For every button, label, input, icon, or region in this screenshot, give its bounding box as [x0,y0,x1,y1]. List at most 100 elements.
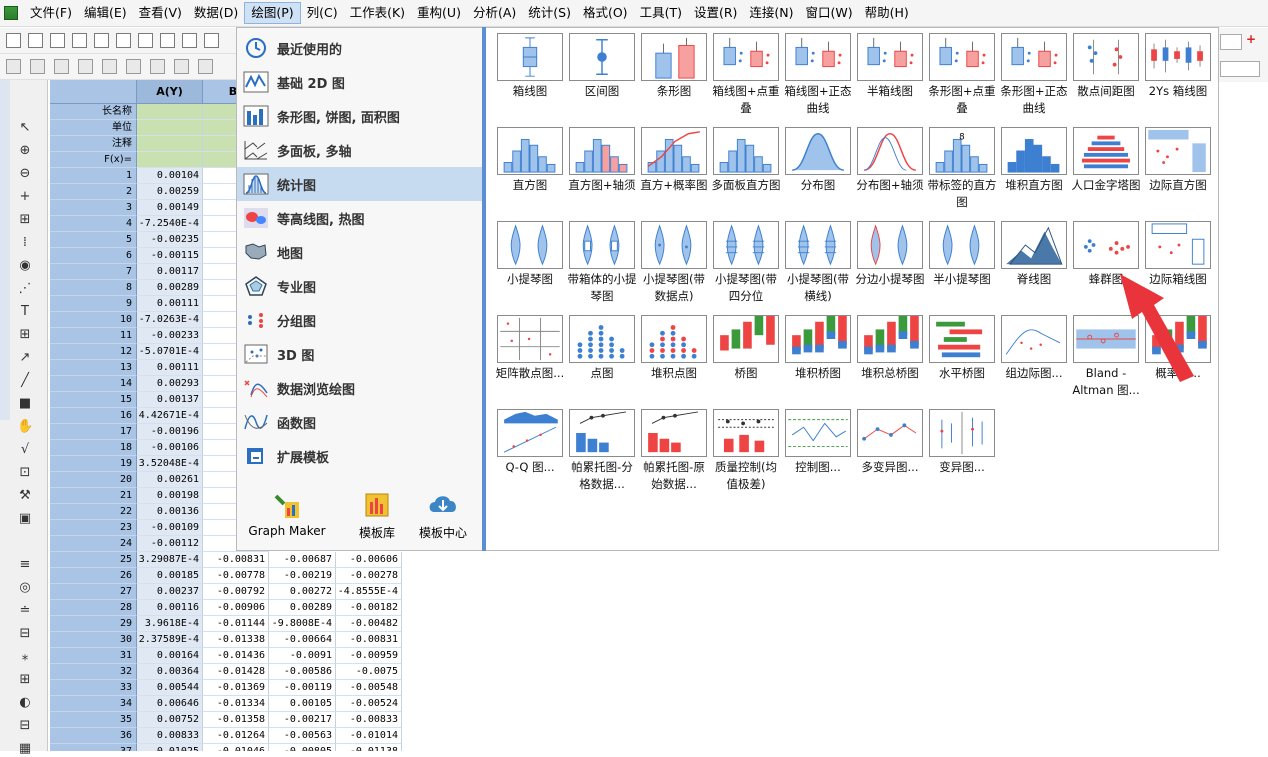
row-number[interactable]: 33 [50,680,137,696]
cell-b[interactable]: -0.01264 [203,728,269,744]
row-number[interactable]: 28 [50,600,137,616]
row-number[interactable]: 5 [50,232,137,248]
plot-category-0[interactable]: 最近使用的 [237,31,483,65]
plot-category-2[interactable]: 条形图, 饼图, 面积图 [237,99,483,133]
chart-type-qq-plot[interactable]: Q-Q 图... [495,409,565,476]
chart-type-probability-plot[interactable]: 概率图... [1143,315,1213,382]
chart-type-2y-box[interactable]: 2Ys 箱线图 [1143,33,1213,100]
tool-icon[interactable]: + [17,189,33,205]
cell-d[interactable]: -0.00833 [336,712,402,728]
cell-c[interactable]: -9.8008E-4 [269,616,336,632]
cell-c[interactable]: 0.00272 [269,584,336,600]
cell-c[interactable]: 0.00289 [269,600,336,616]
cell-d[interactable]: -0.00182 [336,600,402,616]
plot-category-9[interactable]: 3D 图 [237,337,483,371]
chart-type-violin-points[interactable]: 小提琴图(带数据点) [639,221,709,305]
cell-c[interactable]: -0.00805 [269,744,336,751]
cell-a[interactable]: 0.00259 [137,184,203,200]
cell-a[interactable]: 0.00237 [137,584,203,600]
chart-type-stacked-total-waterfall[interactable]: 堆积总桥图 [855,315,925,382]
row-number[interactable]: 37 [50,744,137,751]
row-number[interactable]: 20 [50,472,137,488]
cell-a[interactable]: 0.01025 [137,744,203,751]
row-number[interactable]: 1 [50,168,137,184]
toolbar-button-icon[interactable] [204,33,219,48]
cell-b[interactable]: -0.00831 [203,552,269,568]
toolbar-button-icon[interactable] [78,59,93,74]
chart-type-scatter-interval[interactable]: 散点间距图 [1071,33,1141,100]
chart-type-control-chart[interactable]: 控制图... [783,409,853,476]
meta-cell[interactable] [137,136,203,152]
chart-type-variability[interactable]: 变异图... [927,409,997,476]
cell-d[interactable]: -0.0075 [336,664,402,680]
chart-type-box-plot[interactable]: 箱线图 [495,33,565,100]
chart-type-histogram-rug[interactable]: 直方图+轴须 [567,127,637,194]
row-number[interactable]: 30 [50,632,137,648]
row-number[interactable]: 34 [50,696,137,712]
tool-icon[interactable]: ⊖ [17,166,33,182]
cell-a[interactable]: 0.00185 [137,568,203,584]
plot-category-3[interactable]: 多面板, 多轴 [237,133,483,167]
menu-item-12[interactable]: 设置(R) [688,2,743,24]
chart-type-dot-plot[interactable]: 点图 [567,315,637,382]
row-number[interactable]: 13 [50,360,137,376]
row-number[interactable]: 36 [50,728,137,744]
chart-type-horizontal-waterfall[interactable]: 水平桥图 [927,315,997,382]
tool-icon[interactable]: √ [17,442,33,458]
tool-icon[interactable]: ◎ [17,580,33,596]
tool-icon[interactable]: ■ [17,396,33,412]
cell-c[interactable]: -0.0091 [269,648,336,664]
row-number[interactable]: 14 [50,376,137,392]
menu-item-14[interactable]: 窗口(W) [800,2,859,24]
cell-a[interactable]: -0.00112 [137,536,203,552]
cell-c[interactable]: 0.00105 [269,696,336,712]
chart-type-beeswarm[interactable]: 蜂群图 [1071,221,1141,288]
row-number[interactable]: 11 [50,328,137,344]
menu-item-9[interactable]: 统计(S) [522,2,577,24]
cell-a[interactable]: -0.00196 [137,424,203,440]
app-icon[interactable] [4,6,18,20]
row-number[interactable]: 12 [50,344,137,360]
cell-c[interactable]: -0.00217 [269,712,336,728]
row-number[interactable]: 15 [50,392,137,408]
menu-item-1[interactable]: 编辑(E) [78,2,133,24]
chart-type-stacked-dot[interactable]: 堆积点图 [639,315,709,382]
toolbar-button-icon[interactable] [30,59,45,74]
tool-icon[interactable]: ◉ [17,258,33,274]
cell-d[interactable]: -0.01014 [336,728,402,744]
toolbar-button-icon[interactable] [6,59,21,74]
cell-a[interactable]: 0.00149 [137,200,203,216]
row-number[interactable]: 9 [50,296,137,312]
cell-a[interactable]: 0.00136 [137,504,203,520]
column-header[interactable]: A(Y) [137,80,203,104]
chart-type-distribution-rug[interactable]: 分布图+轴须 [855,127,925,194]
toolbar-button-icon[interactable] [182,33,197,48]
cell-a[interactable]: 0.00833 [137,728,203,744]
cell-d[interactable]: -4.8555E-4 [336,584,402,600]
toolbar-button-icon[interactable] [174,59,189,74]
cell-c[interactable]: -0.00219 [269,568,336,584]
tool-icon[interactable]: ⊕ [17,143,33,159]
menu-item-4[interactable]: 绘图(P) [244,2,301,24]
chart-type-histogram-plot[interactable]: 直方图 [495,127,565,194]
tool-icon[interactable]: ⚒ [17,488,33,504]
row-number[interactable]: 17 [50,424,137,440]
cell-a[interactable]: 0.00198 [137,488,203,504]
tool-icon[interactable]: ⊞ [17,672,33,688]
cell-b[interactable]: -0.01144 [203,616,269,632]
tool-icon[interactable]: ≡ [17,557,33,573]
plot-category-8[interactable]: 分组图 [237,303,483,337]
cell-c[interactable]: -0.00563 [269,728,336,744]
cell-d[interactable]: -0.00959 [336,648,402,664]
cell-b[interactable]: -0.01338 [203,632,269,648]
menu-item-7[interactable]: 重构(U) [411,2,467,24]
meta-cell[interactable] [137,120,203,136]
tool-icon[interactable]: ╱ [17,373,33,389]
chart-type-ridgeline[interactable]: 脊线图 [999,221,1069,288]
cell-a[interactable]: 2.37589E-4 [137,632,203,648]
tool-icon[interactable]: ✋ [17,419,33,435]
row-number[interactable]: 22 [50,504,137,520]
chart-type-labeled-histogram[interactable]: 8 带标签的直方图 [927,127,997,211]
bottom-button-0[interactable]: Graph Maker [243,490,331,538]
chart-type-qc-chart[interactable]: 质量控制(均值极差) [711,409,781,493]
